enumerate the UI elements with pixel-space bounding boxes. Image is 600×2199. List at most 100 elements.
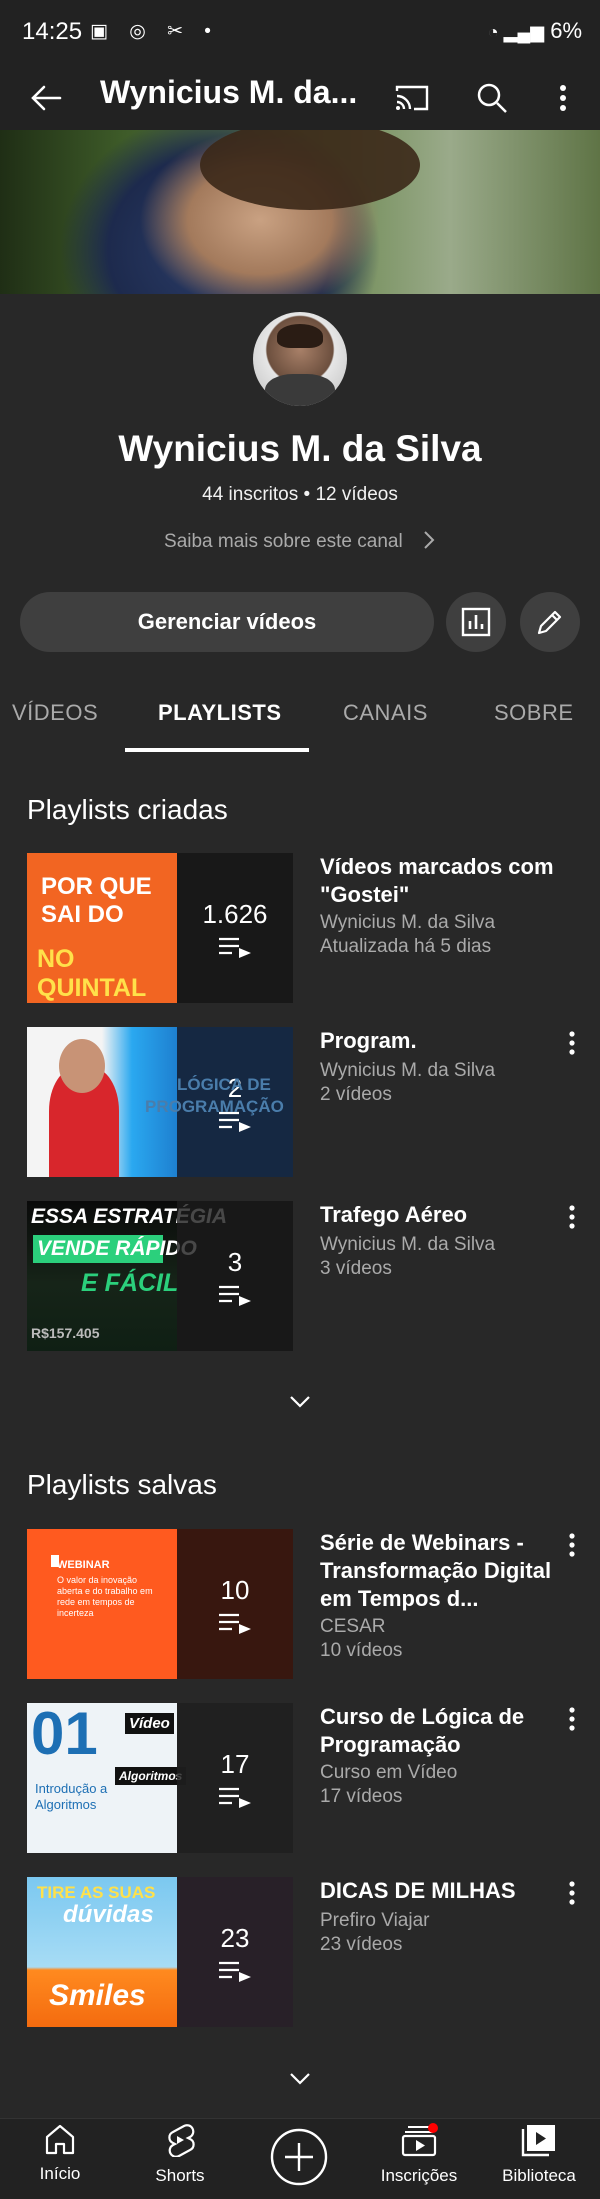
nav-subscriptions[interactable]: Inscrições [364,2123,474,2186]
playlist-info: 10 vídeos [320,1640,403,1661]
playlist-icon [219,937,251,958]
playlist-title[interactable]: Trafego Aéreo [320,1201,560,1229]
notification-icons: ▣ ◎ ✂ • [90,21,219,42]
chevron-down-icon [290,2073,310,2085]
search-button[interactable] [472,78,512,118]
pencil-icon [537,610,562,635]
playlist-thumbnail[interactable]: POR QUE SAI DO NO QUINTAL 1.626 [27,853,293,1003]
tab-playlists[interactable]: PLAYLISTS [158,700,282,726]
back-button[interactable] [26,80,66,116]
status-time: 14:25 [22,18,83,45]
more-vert-icon [569,1031,575,1055]
playlist-info: 17 vídeos [320,1786,403,1807]
active-tab-indicator [125,748,309,752]
playlist-title[interactable]: Vídeos marcados com "Gostei" [320,853,560,909]
video-count: 10 [220,1574,250,1605]
playlist-icon [219,1285,251,1306]
nav-create[interactable] [244,2127,354,2192]
playlist-info: 3 vídeos [320,1258,392,1279]
playlist-menu-button[interactable] [560,1530,584,1560]
playlist-thumbnail[interactable]: TIRE AS SUAS dúvidas Smiles 23 [27,1877,293,2027]
tab-channels[interactable]: CANAIS [343,700,428,726]
more-vert-icon [569,1881,575,1905]
bottom-navigation: Início Shorts Inscrições Biblioteca [0,2118,600,2199]
video-count: 3 [227,1246,243,1277]
back-arrow-icon [31,85,62,111]
video-count: 17 [220,1748,250,1779]
playlist-icon [219,1961,251,1982]
playlist-thumbnail[interactable]: ESSA ESTRATÉGIA VENDE RÁPIDO E FÁCIL R$1… [27,1201,293,1351]
expand-created-button[interactable] [283,1390,317,1414]
channel-banner [0,130,600,294]
shorts-icon [168,2124,195,2158]
search-icon [477,83,507,113]
more-vert-icon [569,1707,575,1731]
wifi-icon: ◔ ▂▄▆ [487,22,545,42]
playlist-owner: Wynicius M. da Silva [320,912,496,933]
learn-more-link[interactable]: Saiba mais sobre este canal [0,530,600,553]
playlist-icon [219,1787,251,1808]
playlist-title[interactable]: Série de Webinars - Transformação Digita… [320,1529,560,1613]
playlist-title[interactable]: Curso de Lógica de Programação [320,1703,560,1759]
more-options-button[interactable] [548,78,578,118]
tab-about[interactable]: SOBRE [494,700,574,726]
chevron-right-icon [424,531,435,549]
section-heading-created: Playlists criadas [27,794,228,825]
section-heading-saved: Playlists salvas [27,1469,217,1500]
manage-videos-button[interactable]: Gerenciar vídeos [20,592,434,652]
chevron-down-icon [290,1396,310,1408]
playlist-info: 2 vídeos [320,1084,392,1105]
more-vert-icon [569,1205,575,1229]
learn-more-label: Saiba mais sobre este canal [164,531,403,552]
playlist-icon [219,1613,251,1634]
playlist-title[interactable]: DICAS DE MILHAS [320,1877,560,1905]
battery-level: 6% [550,18,582,43]
create-icon [270,2128,328,2186]
nav-home-label: Início [39,2164,81,2183]
avatar[interactable] [253,312,347,406]
channel-stats: 44 inscritos • 12 vídeos [202,484,398,505]
playlist-menu-button[interactable] [560,1704,584,1734]
playlist-owner: Wynicius M. da Silva [320,1234,496,1255]
library-icon [521,2125,555,2157]
playlist-thumbnail[interactable]: 2 LÓGICA DE PROGRAMAÇÃO [27,1027,293,1177]
playlist-title[interactable]: Program. [320,1027,560,1055]
playlist-owner: Prefiro Viajar [320,1910,430,1931]
home-icon [45,2124,75,2155]
status-bar: 14:25 ▣ ◎ ✂ • ◔ ▂▄▆ 6% [0,0,600,66]
nav-subscriptions-label: Inscrições [380,2166,458,2185]
playlist-info: 23 vídeos [320,1934,403,1955]
cast-button[interactable] [392,78,432,118]
playlist-menu-button[interactable] [560,1878,584,1908]
more-vert-icon [560,85,566,111]
more-vert-icon [569,1533,575,1557]
expand-saved-button[interactable] [283,2067,317,2091]
nav-shorts[interactable]: Shorts [125,2123,235,2186]
playlist-owner: Wynicius M. da Silva [320,1060,496,1081]
analytics-icon [461,607,491,637]
playlist-thumbnail[interactable]: WEBINAR O valor da inovação aberta e do … [27,1529,293,1679]
nav-library[interactable]: Biblioteca [484,2123,594,2186]
playlist-owner: Curso em Vídeo [320,1762,458,1783]
page-title: Wynicius M. da... [100,74,358,110]
video-count: 23 [220,1922,250,1953]
playlist-menu-button[interactable] [560,1028,584,1058]
nav-shorts-label: Shorts [155,2166,205,2185]
playlist-owner: CESAR [320,1616,386,1637]
analytics-button[interactable] [446,592,506,652]
playlist-menu-button[interactable] [560,1202,584,1232]
nav-home[interactable]: Início [5,2123,115,2184]
playlist-info: Atualizada há 5 dias [320,936,492,957]
cast-icon [395,85,429,111]
notification-dot [428,2123,438,2133]
subscriptions-icon [401,2123,438,2157]
app-bar: Wynicius M. da... [0,66,600,130]
status-right: ◔ ▂▄▆ 6% [488,18,582,44]
playlist-thumbnail[interactable]: 01 Vídeo Algoritmos Introdução a Algorit… [27,1703,293,1853]
nav-library-label: Biblioteca [502,2166,576,2185]
video-count: 1.626 [202,898,268,929]
channel-tabs: VÍDEOS PLAYLISTS CANAIS SOBRE [0,690,600,754]
tab-videos[interactable]: VÍDEOS [12,700,98,726]
edit-channel-button[interactable] [520,592,580,652]
channel-name: Wynicius M. da Silva [118,428,482,469]
